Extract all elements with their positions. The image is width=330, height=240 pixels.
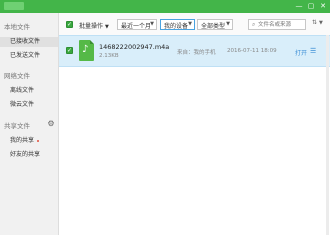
sidebar-item-my-share-label: 我的共享: [10, 137, 35, 144]
file-size: 2.13KB: [99, 53, 119, 59]
sidebar-item-offline[interactable]: 离线文件: [10, 86, 56, 96]
gear-icon[interactable]: ⚙: [47, 120, 55, 128]
sidebar-item-weiyun[interactable]: 微云文件: [10, 100, 56, 110]
app-logo: [4, 2, 24, 10]
sort-button[interactable]: ⇅ ▼: [312, 19, 326, 30]
period-dropdown-value: 最近一个月: [121, 23, 152, 30]
notification-dot: [37, 139, 40, 142]
select-all-checkbox[interactable]: ✓: [66, 21, 73, 28]
title-bar: — ▢ ✕: [0, 0, 330, 13]
audio-file-icon: ♪: [79, 40, 94, 61]
sidebar-section-share: 共享文件: [4, 122, 30, 130]
sidebar-section-local: 本地文件: [4, 23, 30, 31]
file-row[interactable]: ✓ ♪ 1468222002947.m4a 2.13KB 来自：我的手机 201…: [59, 35, 330, 67]
more-menu-icon[interactable]: ☰: [310, 47, 316, 55]
maximize-button[interactable]: ▢: [306, 1, 316, 11]
file-source: 来自：我的手机: [177, 50, 216, 56]
scrollbar[interactable]: [326, 35, 329, 235]
period-dropdown[interactable]: 最近一个月 ▼: [117, 19, 157, 30]
batch-operation-button[interactable]: 批量操作 ▼: [79, 21, 109, 30]
sidebar: 本地文件 已接收文件 已发送文件 网络文件 离线文件 微云文件 共享文件 ⚙ 我…: [0, 13, 59, 235]
sidebar-item-received[interactable]: 已接收文件: [0, 37, 58, 47]
chevron-down-icon: ▼: [104, 24, 109, 30]
search-input[interactable]: [258, 20, 304, 29]
open-file-link[interactable]: 打开: [295, 48, 307, 57]
type-dropdown-value: 全部类型: [201, 23, 226, 30]
chevron-down-icon: ▼: [188, 21, 192, 27]
chevron-down-icon: ▼: [150, 21, 154, 27]
sidebar-item-sent[interactable]: 已发送文件: [10, 51, 56, 61]
minimize-button[interactable]: —: [294, 1, 304, 11]
search-icon: ⌕: [252, 21, 256, 28]
type-dropdown[interactable]: 全部类型 ▼: [197, 19, 233, 30]
search-box: ⌕: [248, 19, 306, 30]
chevron-down-icon: ▼: [226, 21, 230, 27]
sidebar-item-my-share[interactable]: 我的共享: [10, 136, 56, 146]
sort-icon: ⇅: [312, 19, 318, 26]
window-controls: — ▢ ✕: [294, 1, 328, 11]
batch-operation-label: 批量操作: [79, 23, 104, 30]
sidebar-section-network: 网络文件: [4, 72, 30, 80]
sidebar-item-friend-share[interactable]: 好友的共享: [10, 150, 56, 160]
device-dropdown-value: 我的设备: [164, 23, 189, 30]
close-button[interactable]: ✕: [318, 1, 328, 11]
music-note-icon: ♪: [82, 44, 89, 55]
chevron-down-icon: ▼: [318, 20, 323, 26]
row-checkbox[interactable]: ✓: [66, 47, 73, 54]
device-dropdown[interactable]: 我的设备 ▼: [160, 19, 195, 30]
file-time: 2016-07-11 18:09: [227, 48, 277, 54]
file-name[interactable]: 1468222002947.m4a: [99, 43, 169, 51]
